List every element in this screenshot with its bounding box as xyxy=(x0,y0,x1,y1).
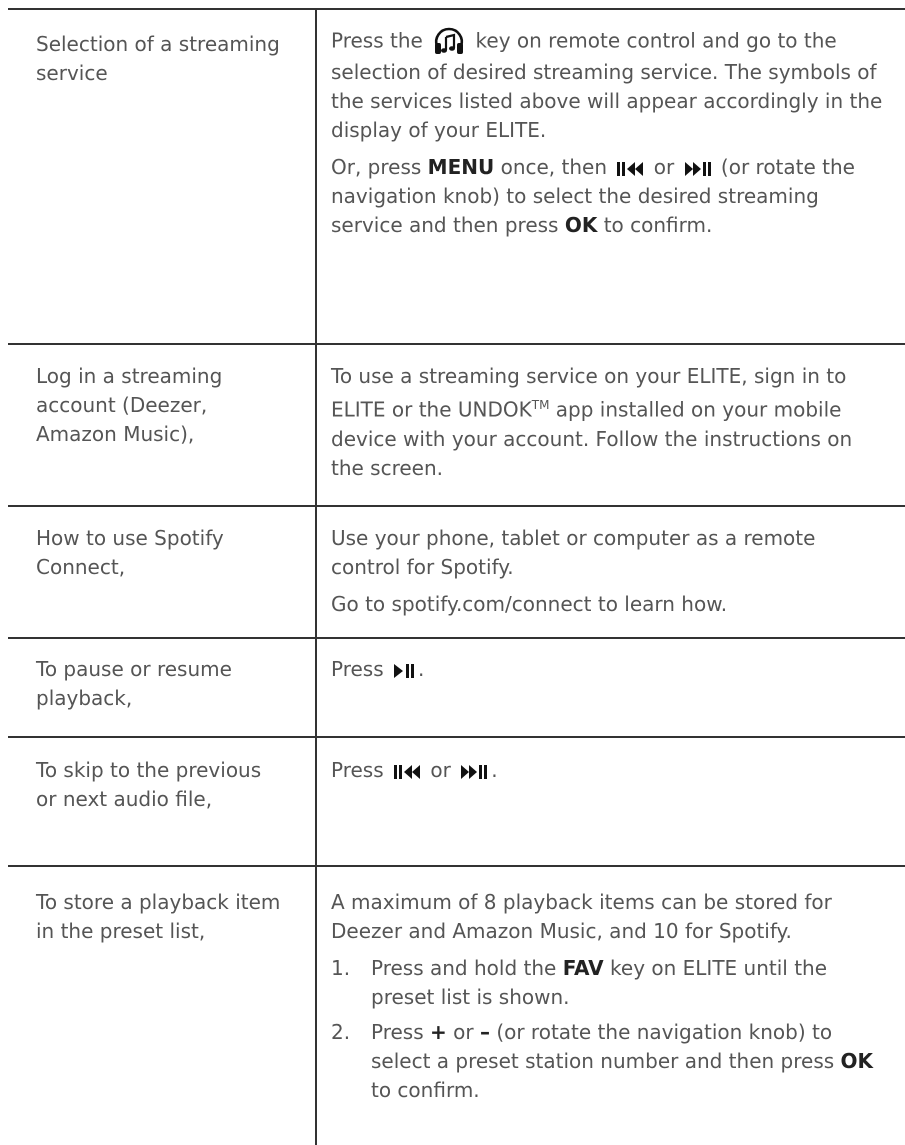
next-track-icon xyxy=(684,161,712,177)
row-divider xyxy=(8,865,905,867)
next-track-icon xyxy=(460,764,488,780)
previous-track-icon xyxy=(393,764,421,780)
previous-track-icon xyxy=(616,161,644,177)
plus-key-label: + xyxy=(430,1020,447,1044)
ok-key-label: OK xyxy=(564,213,598,237)
list-item: 2. Press + or – (or rotate the navigatio… xyxy=(331,1020,874,1102)
row-divider xyxy=(8,637,905,639)
row-action: Selection of a streaming service xyxy=(36,32,280,85)
row-action: To store a playback item in the preset l… xyxy=(36,890,281,943)
row-description: Press the key on remote control and go t… xyxy=(331,26,891,240)
table-border-top xyxy=(8,8,905,10)
row-divider xyxy=(8,343,905,345)
row-description: Use your phone, tablet or computer as a … xyxy=(331,526,816,616)
list-item: 1. Press and hold the FAV key on ELITE u… xyxy=(331,956,828,1009)
steps-list: 1. Press and hold the FAV key on ELITE u… xyxy=(331,954,891,1105)
row-action: How to use Spotify Connect, xyxy=(36,526,224,579)
row-action: To pause or resume playback, xyxy=(36,657,232,710)
menu-key-label: MENU xyxy=(427,155,495,179)
row-description: A maximum of 8 playback items can be sto… xyxy=(331,888,891,1111)
ok-key-label: OK xyxy=(840,1049,874,1073)
row-action: Log in a streaming account (Deezer, Amaz… xyxy=(36,364,223,446)
minus-key-label: – xyxy=(479,1020,490,1044)
play-pause-icon xyxy=(393,663,415,679)
row-description: Press or . xyxy=(331,758,498,782)
row-action: To skip to the previous or next audio fi… xyxy=(36,758,262,811)
row-divider xyxy=(8,736,905,738)
row-description: To use a streaming service on your ELITE… xyxy=(331,364,853,480)
manual-table: Selection of a streaming service Press t… xyxy=(0,0,905,1145)
row-divider xyxy=(8,505,905,507)
streaming-service-icon xyxy=(432,26,466,58)
trademark-mark: TM xyxy=(531,398,550,412)
row-description: Press . xyxy=(331,657,425,681)
column-divider xyxy=(315,8,317,1145)
fav-key-label: FAV xyxy=(562,956,604,980)
